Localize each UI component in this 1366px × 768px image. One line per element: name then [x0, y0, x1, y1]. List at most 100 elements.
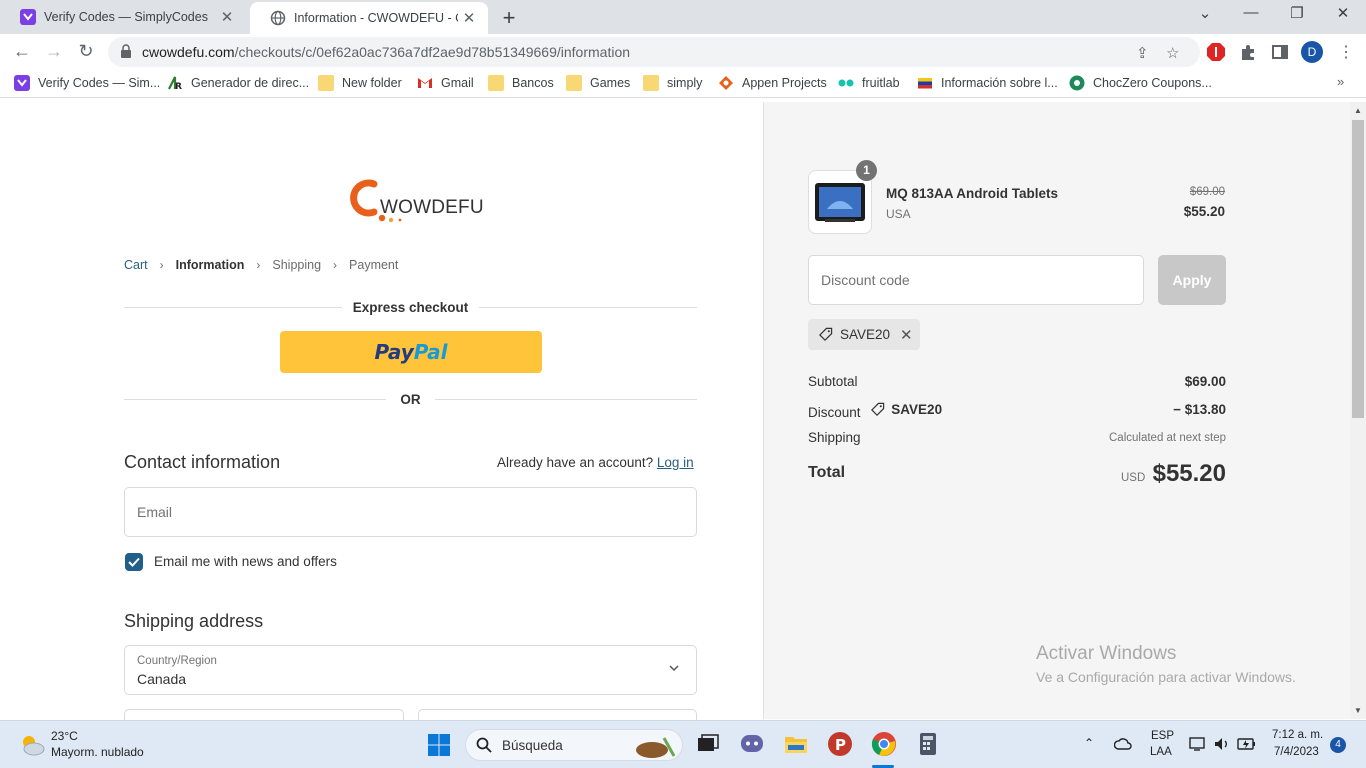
breadcrumb-cart[interactable]: Cart: [124, 258, 148, 272]
notification-count-badge[interactable]: 4: [1330, 737, 1346, 753]
applied-code: SAVE20: [840, 327, 891, 342]
bookmark-verify-codes[interactable]: Verify Codes — Sim...: [14, 75, 160, 91]
adblock-extension-icon[interactable]: [1206, 42, 1226, 62]
reload-icon[interactable]: ↻: [74, 41, 98, 63]
bookmark-label: Bancos: [512, 76, 554, 90]
search-label: Búsqueda: [502, 738, 563, 753]
bookmark-appen[interactable]: Appen Projects: [718, 75, 827, 91]
paypal-button[interactable]: PayPal: [280, 331, 542, 373]
close-window-icon[interactable]: ✕: [1331, 4, 1355, 22]
email-input[interactable]: [125, 488, 696, 536]
discount-field[interactable]: [808, 255, 1144, 305]
close-tab-icon[interactable]: ✕: [216, 8, 238, 26]
more-bookmarks-icon[interactable]: »: [1337, 74, 1344, 89]
bookmark-informacion[interactable]: Información sobre l...: [917, 75, 1058, 91]
share-icon[interactable]: ⇪: [1136, 44, 1149, 62]
scroll-up-icon[interactable]: ▲: [1354, 106, 1362, 115]
minimize-icon[interactable]: —: [1239, 4, 1263, 21]
task-view-icon[interactable]: [695, 731, 721, 757]
bookmark-label: ChocZero Coupons...: [1093, 76, 1212, 90]
battery-icon[interactable]: [1237, 737, 1257, 751]
clock-time[interactable]: 7:12 a. m.: [1272, 729, 1323, 741]
chrome-icon[interactable]: [871, 731, 897, 757]
address-bar[interactable]: cwowdefu.com/checkouts/c/0ef62a0ac736a7d…: [108, 37, 1200, 67]
volume-icon[interactable]: [1213, 736, 1231, 752]
bookmark-generador[interactable]: R Generador de direc...: [167, 75, 309, 91]
bookmark-choczero[interactable]: ChocZero Coupons...: [1069, 75, 1212, 91]
email-optin-label[interactable]: Email me with news and offers: [154, 554, 337, 569]
file-explorer-icon[interactable]: [783, 731, 809, 757]
bookmark-gmail[interactable]: Gmail: [417, 75, 474, 91]
weather-condition[interactable]: Mayorm. nublado: [51, 745, 144, 759]
discount-code: SAVE20: [891, 402, 943, 417]
network-icon[interactable]: [1189, 736, 1207, 752]
discount-input[interactable]: [809, 256, 1143, 304]
browser-menu-icon[interactable]: ⋮: [1338, 42, 1354, 62]
subtotal-row: Subtotal $69.00: [808, 374, 1226, 389]
partly-cloudy-icon[interactable]: [18, 733, 46, 757]
quantity-badge: 1: [856, 160, 877, 181]
bookmark-star-icon[interactable]: ☆: [1166, 44, 1179, 62]
tab-information[interactable]: Information - CWOWDEFU - Che ✕: [250, 2, 488, 34]
svg-text:R: R: [175, 82, 182, 91]
login-link[interactable]: Log in: [657, 455, 694, 470]
scroll-down-icon[interactable]: ▼: [1354, 706, 1362, 715]
product-variant: USA: [886, 207, 911, 221]
show-hidden-icons[interactable]: ⌃: [1084, 736, 1094, 750]
maximize-icon[interactable]: ❐: [1285, 4, 1309, 22]
taskbar-search[interactable]: Búsqueda: [465, 729, 683, 761]
folder-icon: [488, 75, 504, 91]
remove-discount-icon[interactable]: ✕: [900, 326, 913, 344]
close-tab-icon[interactable]: ✕: [458, 9, 480, 27]
paypal-logo-pal: Pal: [413, 340, 448, 364]
forward-icon[interactable]: →: [42, 41, 66, 63]
tablet-image: [815, 183, 865, 222]
bookmark-label: Gmail: [441, 76, 474, 90]
bookmark-games[interactable]: Games: [566, 75, 630, 91]
paypal-logo-pay: Pay: [374, 340, 414, 364]
email-field[interactable]: [124, 487, 697, 537]
country-select[interactable]: Country/Region Canada: [124, 645, 697, 695]
windows-start-icon[interactable]: [427, 733, 451, 757]
scrollbar-thumb[interactable]: [1352, 120, 1364, 418]
profile-avatar[interactable]: D: [1301, 41, 1323, 63]
tab-title: Verify Codes — SimplyCodes: [44, 10, 208, 24]
bookmark-simply[interactable]: simply: [643, 75, 702, 91]
bookmark-label: Generador de direc...: [191, 76, 310, 90]
input-language[interactable]: ESP: [1151, 730, 1174, 742]
bookmark-fruitlab[interactable]: fruitlab: [838, 75, 900, 91]
appen-icon: [719, 76, 733, 90]
chevron-down-icon: [669, 665, 679, 672]
subtotal-value: $69.00: [1184, 374, 1226, 389]
weather-temperature[interactable]: 23°C: [51, 729, 78, 743]
fruitlab-icon: [838, 79, 854, 87]
page-scrollbar[interactable]: ▲ ▼: [1350, 102, 1366, 719]
folder-icon: [566, 75, 582, 91]
tab-verify-codes[interactable]: Verify Codes — SimplyCodes ✕: [0, 0, 246, 34]
new-tab-icon[interactable]: +: [497, 5, 521, 31]
p-app-icon[interactable]: P: [827, 731, 853, 757]
url-host: cwowdefu.com: [142, 44, 235, 60]
applied-discount-chip: SAVE20 ✕: [808, 319, 920, 350]
extensions-puzzle-icon[interactable]: [1238, 42, 1258, 62]
bookmark-bancos[interactable]: Bancos: [488, 75, 554, 91]
email-optin-checkbox[interactable]: [125, 553, 143, 571]
chevron-right-icon: ›: [159, 258, 164, 272]
shipping-value: Calculated at next step: [1109, 432, 1226, 444]
back-icon[interactable]: ←: [10, 41, 34, 63]
side-panel-icon[interactable]: [1270, 42, 1290, 62]
subtotal-label: Subtotal: [808, 374, 858, 389]
country-label: Country/Region: [137, 655, 217, 667]
folder-icon: [643, 75, 659, 91]
teams-chat-icon[interactable]: [739, 731, 765, 757]
bookmark-new-folder[interactable]: New folder: [318, 75, 402, 91]
discount-value: − $13.80: [1173, 402, 1226, 417]
tab-search-icon[interactable]: ⌄: [1193, 4, 1217, 22]
breadcrumb: Cart › Information › Shipping › Payment: [124, 258, 398, 272]
apply-button[interactable]: Apply: [1158, 255, 1226, 305]
clock-date[interactable]: 7/4/2023: [1274, 746, 1319, 758]
input-layout[interactable]: LAA: [1150, 746, 1172, 758]
flag-icon: [918, 78, 932, 89]
calculator-icon[interactable]: [915, 731, 941, 757]
onedrive-cloud-icon[interactable]: [1114, 737, 1132, 751]
